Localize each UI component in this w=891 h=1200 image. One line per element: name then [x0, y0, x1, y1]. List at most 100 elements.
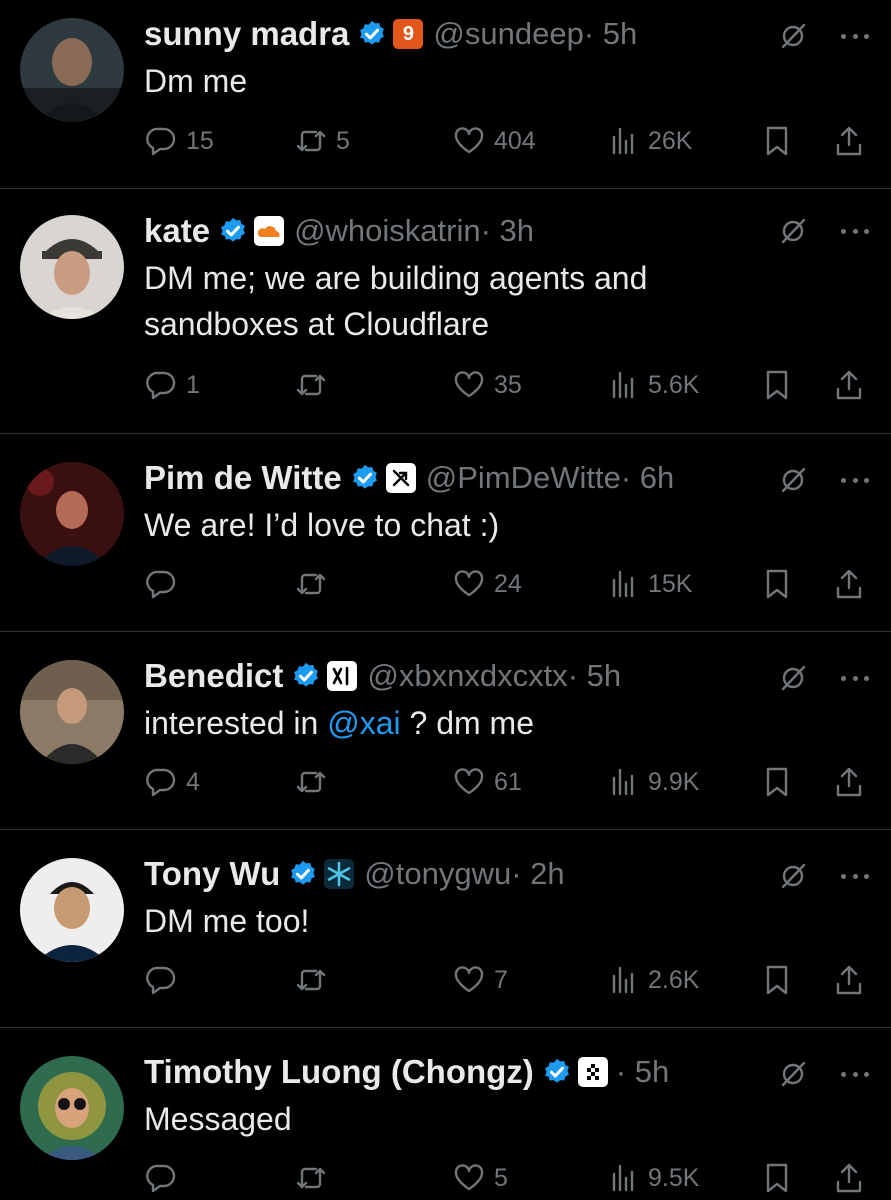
share-button[interactable]: [832, 762, 866, 802]
author-handle[interactable]: @whoiskatrin: [294, 213, 481, 249]
grok-icon[interactable]: [777, 464, 809, 496]
avatar[interactable]: [20, 18, 124, 122]
verified-badge-icon: [542, 1057, 572, 1087]
grok-icon[interactable]: [777, 215, 809, 247]
author-name[interactable]: sunny madra: [144, 15, 349, 53]
tweet-header: Benedict @xbxnxdxcxtx · 5h: [144, 656, 621, 696]
repost-button[interactable]: [294, 960, 336, 1000]
timestamp[interactable]: · 2h: [511, 856, 564, 892]
share-button[interactable]: [832, 960, 866, 1000]
bookmark-button[interactable]: [760, 1158, 794, 1198]
like-button[interactable]: 35: [452, 365, 522, 405]
share-button[interactable]: [832, 121, 866, 161]
author-name[interactable]: Timothy Luong (Chongz): [144, 1053, 534, 1091]
grok-icon[interactable]: [777, 1058, 809, 1090]
like-button[interactable]: 404: [452, 121, 536, 161]
timestamp[interactable]: · 5h: [584, 16, 637, 52]
tweet-header: kate @whoiskatrin · 3h: [144, 211, 534, 251]
author-handle[interactable]: @xbxnxdxcxtx: [367, 658, 567, 694]
share-button[interactable]: [832, 564, 866, 604]
more-dots-icon[interactable]: [841, 860, 869, 892]
author-handle[interactable]: @PimDeWitte: [426, 460, 621, 496]
bookmark-button[interactable]: [760, 762, 794, 802]
views-button[interactable]: 15K: [606, 564, 692, 604]
author-name[interactable]: Pim de Witte: [144, 459, 342, 497]
author-name[interactable]: Benedict: [144, 657, 283, 695]
verified-badge-icon: [288, 859, 318, 889]
views-chart-icon: [612, 1164, 634, 1192]
xai-logo-icon: [327, 661, 358, 691]
author-name[interactable]: Tony Wu: [144, 855, 280, 893]
views-button[interactable]: 2.6K: [606, 960, 699, 1000]
grok-icon[interactable]: [777, 662, 809, 694]
avatar[interactable]: [20, 462, 124, 566]
number-nine-badge: 9: [393, 19, 424, 49]
like-count: 7: [494, 965, 508, 994]
view-count: 9.9K: [648, 767, 700, 796]
avatar[interactable]: [20, 858, 124, 962]
reply-icon: [146, 371, 176, 400]
views-button[interactable]: 9.9K: [606, 762, 699, 802]
tweet-text: Dm me: [144, 63, 248, 99]
tweet[interactable]: Pim de Witte @PimDeWitte · 6h We are! I’…: [0, 434, 891, 632]
timestamp[interactable]: · 3h: [481, 213, 534, 249]
share-button[interactable]: [832, 365, 866, 405]
views-button[interactable]: 9.5K: [606, 1158, 699, 1198]
author-name[interactable]: kate: [144, 212, 210, 250]
bookmark-button[interactable]: [760, 960, 794, 1000]
tweet[interactable]: Timothy Luong (Chongz) · 5h Messaged 5 9…: [0, 1028, 891, 1200]
reply-button[interactable]: 4: [144, 762, 200, 802]
bookmark-icon: [766, 767, 788, 797]
views-button[interactable]: 26K: [606, 121, 692, 161]
repost-button[interactable]: [294, 1158, 336, 1198]
bookmark-icon: [766, 1163, 788, 1193]
repost-button[interactable]: [294, 564, 336, 604]
more-dots-icon[interactable]: [841, 662, 869, 694]
reply-button[interactable]: [144, 564, 186, 604]
like-button[interactable]: 7: [452, 960, 508, 1000]
share-button[interactable]: [832, 1158, 866, 1198]
view-count: 2.6K: [648, 965, 700, 994]
timestamp[interactable]: · 6h: [621, 460, 674, 496]
like-count: 404: [494, 126, 536, 155]
timestamp[interactable]: · 5h: [616, 1054, 669, 1090]
timestamp[interactable]: · 5h: [568, 658, 621, 694]
more-dots-icon[interactable]: [841, 1058, 869, 1090]
reply-button[interactable]: [144, 1158, 186, 1198]
share-icon: [836, 569, 862, 599]
bookmark-button[interactable]: [760, 564, 794, 604]
repost-button[interactable]: 5: [294, 121, 350, 161]
verified-badge-icon: [350, 463, 380, 493]
like-button[interactable]: 61: [452, 762, 522, 802]
reply-button[interactable]: 1: [144, 365, 200, 405]
avatar[interactable]: [20, 215, 124, 319]
mention-link[interactable]: @xai: [327, 705, 400, 741]
grok-icon[interactable]: [777, 20, 809, 52]
like-button[interactable]: 5: [452, 1158, 508, 1198]
reply-feed: sunny madra 9 @sundeep · 5h Dm me 15 5 4…: [0, 0, 891, 1200]
repost-button[interactable]: [294, 762, 336, 802]
more-dots-icon[interactable]: [841, 464, 869, 496]
grok-icon[interactable]: [777, 860, 809, 892]
bookmark-button[interactable]: [760, 365, 794, 405]
views-button[interactable]: 5.6K: [606, 365, 699, 405]
bookmark-button[interactable]: [760, 121, 794, 161]
more-dots-icon[interactable]: [841, 20, 869, 52]
avatar[interactable]: [20, 660, 124, 764]
tweet[interactable]: Tony Wu @tonygwu · 2h DM me too! 7 2.6K: [0, 830, 891, 1028]
tweet[interactable]: kate @whoiskatrin · 3h DM me; we are bui…: [0, 189, 891, 434]
tweet[interactable]: Benedict @xbxnxdxcxtx · 5h interested in…: [0, 632, 891, 830]
repost-icon: [296, 1167, 326, 1189]
tweet[interactable]: sunny madra 9 @sundeep · 5h Dm me 15 5 4…: [0, 0, 891, 189]
reply-button[interactable]: 15: [144, 121, 214, 161]
avatar[interactable]: [20, 1056, 124, 1160]
repost-button[interactable]: [294, 365, 336, 405]
reply-button[interactable]: [144, 960, 186, 1000]
like-button[interactable]: 24: [452, 564, 522, 604]
author-handle[interactable]: @sundeep: [433, 16, 583, 52]
more-dots-icon[interactable]: [841, 215, 869, 247]
tweet-actions: 4 61 9.9K: [144, 762, 871, 802]
view-count: 9.5K: [648, 1163, 700, 1192]
author-handle[interactable]: @tonygwu: [364, 856, 511, 892]
heart-icon: [454, 768, 484, 795]
